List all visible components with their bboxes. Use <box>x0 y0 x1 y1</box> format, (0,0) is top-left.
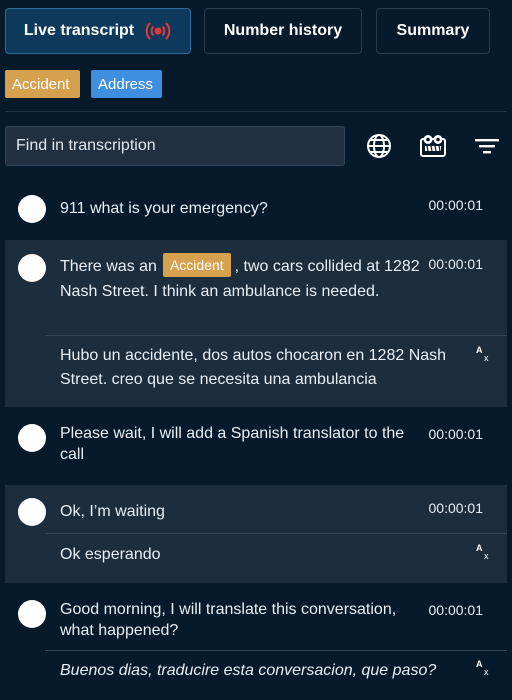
tab-live-transcript-label: Live transcript <box>23 22 135 39</box>
svg-text:A: A <box>476 345 483 355</box>
svg-text:A: A <box>476 659 483 669</box>
inline-tag-accident[interactable]: Accident <box>162 253 231 277</box>
translate-icon[interactable]: A x <box>475 658 493 677</box>
tab-number-history[interactable]: Number history <box>204 8 362 54</box>
svg-text:x: x <box>484 353 489 362</box>
avatar <box>18 498 46 526</box>
tag-accident[interactable]: Accident <box>5 70 80 98</box>
transcript-item: There was an Accident, two cars collided … <box>5 240 507 407</box>
tab-live-transcript[interactable]: Live transcript <box>5 8 191 54</box>
svg-text:x: x <box>484 551 489 560</box>
timestamp: 00:00:01 <box>428 256 484 272</box>
timestamp: 00:00:01 <box>428 426 484 442</box>
divider <box>5 111 507 112</box>
svg-text:x: x <box>484 667 489 676</box>
avatar <box>18 254 46 282</box>
message-text: Please wait, I will add a Spanish transl… <box>60 425 405 463</box>
tab-number-history-label: Number history <box>223 22 343 39</box>
translation-text: Buenos dias, traducire esta conversacion… <box>60 662 437 679</box>
message-text-before: There was an <box>60 258 157 275</box>
globe-icon[interactable] <box>364 131 394 161</box>
search-input[interactable] <box>5 126 345 166</box>
tab-summary-label: Summary <box>396 22 470 39</box>
timestamp: 00:00:01 <box>428 500 484 516</box>
timestamp: 00:00:01 <box>428 602 484 618</box>
transcript-item: Good morning, I will translate this conv… <box>5 588 507 700</box>
message-text: Good morning, I will translate this conv… <box>60 601 397 639</box>
transcript-item: Please wait, I will add a Spanish transl… <box>5 412 507 480</box>
message-text: 911 what is your emergency? <box>60 200 268 217</box>
avatar <box>18 424 46 452</box>
message-text: Ok, I’m waiting <box>60 503 165 520</box>
transcript-item: 911 what is your emergency? 00:00:01 <box>5 182 507 234</box>
divider <box>45 533 507 534</box>
transcript-item: Ok, I’m waiting 00:00:01 Ok esperando A … <box>5 485 507 583</box>
avatar <box>18 600 46 628</box>
divider <box>45 335 507 336</box>
svg-text:A: A <box>476 543 483 553</box>
message-text: There was an Accident, two cars collided … <box>60 253 420 304</box>
tab-summary[interactable]: Summary <box>376 8 490 54</box>
timestamp: 00:00:01 <box>428 197 484 213</box>
avatar <box>18 195 46 223</box>
tape-icon[interactable] <box>418 131 448 161</box>
live-broadcast-icon <box>144 17 172 45</box>
divider <box>45 650 507 651</box>
tab-bar: Live transcript Number history Summary <box>5 8 507 56</box>
translation-text: Ok esperando <box>60 546 161 563</box>
filter-icon[interactable] <box>472 131 502 161</box>
translate-icon[interactable]: A x <box>475 542 493 561</box>
translation-text: Hubo un accidente, dos autos chocaron en… <box>60 347 447 388</box>
tag-address[interactable]: Address <box>91 70 162 98</box>
translate-icon[interactable]: A x <box>475 344 493 363</box>
